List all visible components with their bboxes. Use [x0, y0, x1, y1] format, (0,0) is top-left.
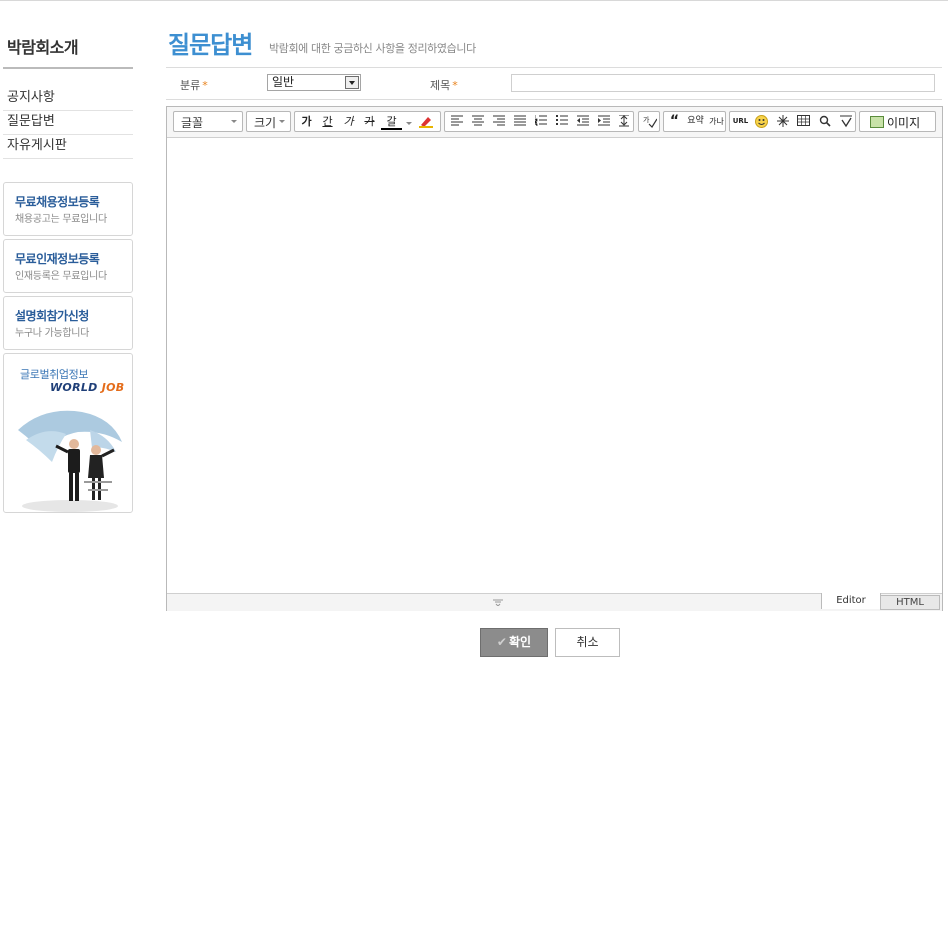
align-right-icon[interactable]: [488, 112, 509, 131]
unordered-list-icon[interactable]: [551, 112, 572, 131]
outdent-icon[interactable]: [572, 112, 593, 131]
subject-input[interactable]: [511, 74, 935, 92]
chevron-down-icon: [231, 120, 237, 123]
worldjob-caption: 글로벌취업정보: [20, 368, 89, 381]
underline-icon[interactable]: 간: [317, 112, 338, 131]
spellcheck-icon[interactable]: 가: [639, 112, 660, 131]
category-selected-value: 일반: [272, 75, 295, 89]
emoticon-icon[interactable]: [751, 112, 772, 131]
bold-icon[interactable]: 가: [296, 112, 317, 131]
resize-grip-icon: [493, 599, 503, 606]
strikethrough-icon[interactable]: 가: [359, 112, 380, 131]
chevron-down-icon[interactable]: [345, 76, 359, 89]
align-center-icon[interactable]: [467, 112, 488, 131]
promo-subtitle: 누구나 가능합니다: [15, 328, 90, 339]
italic-icon[interactable]: 가: [338, 112, 359, 131]
tab-html[interactable]: HTML: [880, 595, 940, 610]
table-icon[interactable]: [793, 112, 814, 131]
paragraph-group: [444, 111, 634, 132]
promo-subtitle: 인재등록은 무료입니다: [15, 271, 107, 282]
header-divider: [166, 67, 942, 68]
required-mark: *: [202, 79, 208, 92]
subject-label: 제목 *: [430, 79, 458, 92]
check-icon: ✔: [496, 635, 507, 649]
ordered-list-icon[interactable]: [530, 112, 551, 131]
font-family-dropdown[interactable]: 글꼴: [173, 111, 243, 132]
promo-free-talent-post[interactable]: 무료인재정보등록 인재등록은 무료입니다: [3, 239, 133, 293]
background-color-icon[interactable]: [415, 112, 436, 131]
top-border: [0, 0, 948, 1]
promo-title: 무료채용정보등록: [15, 195, 100, 209]
url-icon[interactable]: URL: [730, 112, 751, 131]
editor-content-area[interactable]: [167, 138, 942, 593]
sidebar-item-qna[interactable]: 질문답변: [3, 111, 133, 135]
indent-icon[interactable]: [593, 112, 614, 131]
page-title: 질문답변: [168, 31, 253, 59]
tab-editor[interactable]: Editor: [821, 593, 881, 609]
promo-free-job-post[interactable]: 무료채용정보등록 채용공고는 무료입니다: [3, 182, 133, 236]
promo-subtitle: 채용공고는 무료입니다: [15, 214, 107, 225]
sidebar-title-divider: [3, 67, 133, 69]
find-icon[interactable]: [814, 112, 835, 131]
summary-icon[interactable]: 요약: [685, 112, 706, 131]
page-description: 박람회에 대한 궁금하신 사항을 정리하였습니다: [269, 42, 476, 55]
text-color-icon[interactable]: 갈: [381, 112, 402, 130]
insert-image-button[interactable]: 이미지: [859, 111, 936, 132]
spell-icon[interactable]: [835, 112, 856, 131]
insert-text-group: “ 요약 가나: [663, 111, 726, 132]
text-color-dropdown[interactable]: [403, 112, 415, 131]
chevron-down-icon: [279, 120, 285, 123]
category-label: 분류 *: [180, 79, 208, 92]
special-char-icon[interactable]: [772, 112, 793, 131]
required-mark: *: [452, 79, 458, 92]
category-select[interactable]: 일반: [267, 74, 361, 91]
rich-text-editor: 글꼴 크기 가 간 가 가 갈 가 “ 요약 가나 URL 이미지 Editor…: [166, 106, 943, 611]
character-icon[interactable]: 가나: [706, 112, 727, 131]
promo-title: 무료인재정보등록: [15, 252, 100, 266]
insert-object-group: URL: [729, 111, 856, 132]
form-divider: [166, 99, 942, 100]
align-left-icon[interactable]: [446, 112, 467, 131]
cancel-button[interactable]: 취소: [555, 628, 620, 657]
image-icon: [870, 116, 884, 128]
quote-icon[interactable]: “: [664, 112, 685, 131]
promo-seminar-apply[interactable]: 설명회참가신청 누구나 가능합니다: [3, 296, 133, 350]
editor-toolbar: 글꼴 크기 가 간 가 가 갈 가 “ 요약 가나 URL 이미지: [167, 107, 942, 138]
svg-text:가: 가: [643, 115, 650, 124]
promo-title: 설명회참가신청: [15, 309, 89, 323]
sidebar-menu: 공지사항 질문답변 자유게시판: [3, 87, 133, 159]
sidebar-title: 박람회소개: [7, 38, 79, 57]
insert-image-label: 이미지: [887, 116, 921, 130]
sidebar-item-notice[interactable]: 공지사항: [3, 87, 133, 111]
line-height-icon[interactable]: [613, 112, 634, 131]
confirm-button-label: 확인: [508, 635, 532, 649]
sidebar-item-free-board[interactable]: 자유게시판: [3, 135, 133, 159]
text-style-group: 가 간 가 가 갈: [294, 111, 441, 132]
spellcheck-group: 가: [638, 111, 660, 132]
align-justify-icon[interactable]: [509, 112, 530, 131]
worldjob-banner[interactable]: 글로벌취업정보 WORLD JOB: [3, 353, 133, 513]
font-size-dropdown[interactable]: 크기: [246, 111, 291, 132]
business-people-illustration: [18, 410, 122, 512]
confirm-button[interactable]: ✔ 확인: [480, 628, 548, 657]
